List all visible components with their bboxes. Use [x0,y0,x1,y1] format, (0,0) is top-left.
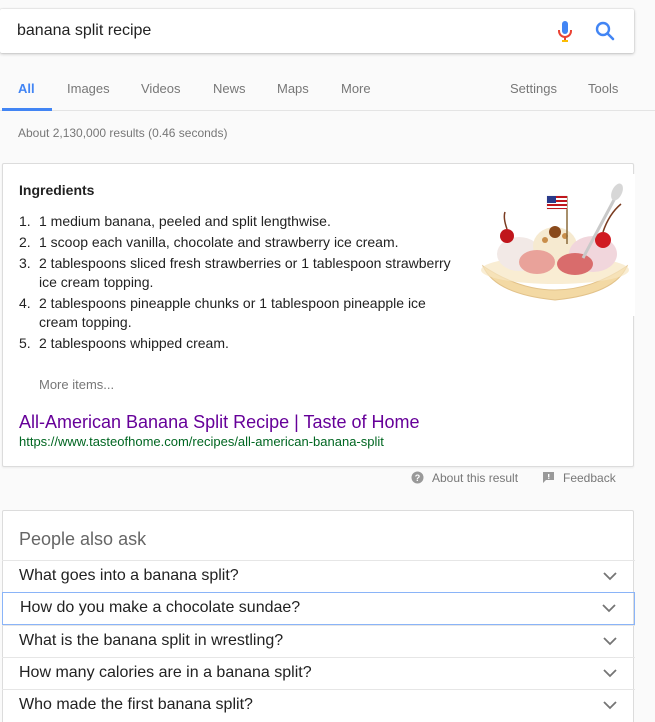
paa-question[interactable]: What is the banana split in wrestling? [2,625,635,657]
paa-question[interactable]: How many calories are in a banana split? [2,657,635,689]
list-number: 4. [19,295,31,311]
feedback-icon [543,472,554,483]
list-number: 5. [19,335,31,351]
paa-question-text: How do you make a chocolate sundae? [20,599,301,616]
help-icon: ? [411,471,424,484]
snippet-heading: Ingredients [19,182,95,198]
feedback-label: Feedback [563,471,616,485]
list-number: 1. [19,213,31,229]
mic-icon[interactable] [556,20,574,44]
tab-all[interactable]: All [18,81,35,96]
chevron-down-icon [603,701,617,710]
tab-videos[interactable]: Videos [141,81,181,96]
more-items-link[interactable]: More items... [39,377,114,392]
banana-split-thumbnail[interactable] [475,174,635,316]
list-number: 3. [19,255,31,271]
tab-news[interactable]: News [213,81,246,96]
paa-question-text: How many calories are in a banana split? [19,664,312,681]
paa-question-text: What goes into a banana split? [19,567,239,584]
search-icon[interactable] [594,20,616,42]
feedback-link[interactable]: Feedback [542,471,616,485]
list-item: 3. 2 tablespoons sliced fresh strawberrie… [19,254,459,292]
list-item: 4. 2 tablespoons pineapple chunks or 1 ta… [19,294,459,332]
tab-settings[interactable]: Settings [510,81,557,96]
result-title-link[interactable]: All-American Banana Split Recipe | Taste… [19,412,420,433]
paa-question[interactable]: How do you make a chocolate sundae? [2,592,635,625]
search-tabs: All Images Videos News Maps More Setting… [0,55,655,111]
featured-snippet: Ingredients 1. 1 medium banana, peeled an… [2,163,635,467]
paa-question[interactable]: What goes into a banana split? [2,560,635,592]
about-this-result[interactable]: ? About this result [411,471,518,485]
chevron-down-icon [602,604,616,613]
svg-text:?: ? [415,473,421,483]
list-text: 2 tablespoons sliced fresh strawberries … [39,255,451,290]
list-text: 2 tablespoons whipped cream. [39,335,229,351]
about-result-label: About this result [432,471,519,485]
tab-tools[interactable]: Tools [588,81,618,96]
list-item: 2. 1 scoop each vanilla, chocolate and st… [19,233,459,252]
chevron-down-icon [603,637,617,646]
result-url: https://www.tasteofhome.com/recipes/all-… [19,434,384,449]
ingredients-list: 1. 1 medium banana, peeled and split leng… [19,212,459,355]
paa-question-text: What is the banana split in wrestling? [19,632,284,649]
list-text: 1 medium banana, peeled and split length… [39,213,331,229]
tab-images[interactable]: Images [67,81,110,96]
tab-maps[interactable]: Maps [277,81,309,96]
result-stats: About 2,130,000 results (0.46 seconds) [18,126,228,140]
active-tab-indicator [2,108,52,111]
search-bar [0,9,634,53]
chevron-down-icon [603,572,617,581]
paa-question-text: Who made the first banana split? [19,696,253,713]
paa-question[interactable]: Who made the first banana split? [2,689,635,721]
list-text: 1 scoop each vanilla, chocolate and stra… [39,234,399,250]
search-input[interactable] [17,20,517,42]
chevron-down-icon [603,669,617,678]
list-item: 5. 2 tablespoons whipped cream. [19,334,459,353]
list-item: 1. 1 medium banana, peeled and split leng… [19,212,459,231]
list-number: 2. [19,234,31,250]
tab-more[interactable]: More [341,81,371,96]
list-text: 2 tablespoons pineapple chunks or 1 tabl… [39,295,426,330]
paa-title: People also ask [19,529,147,549]
people-also-ask: People also ask What goes into a banana … [2,510,635,722]
